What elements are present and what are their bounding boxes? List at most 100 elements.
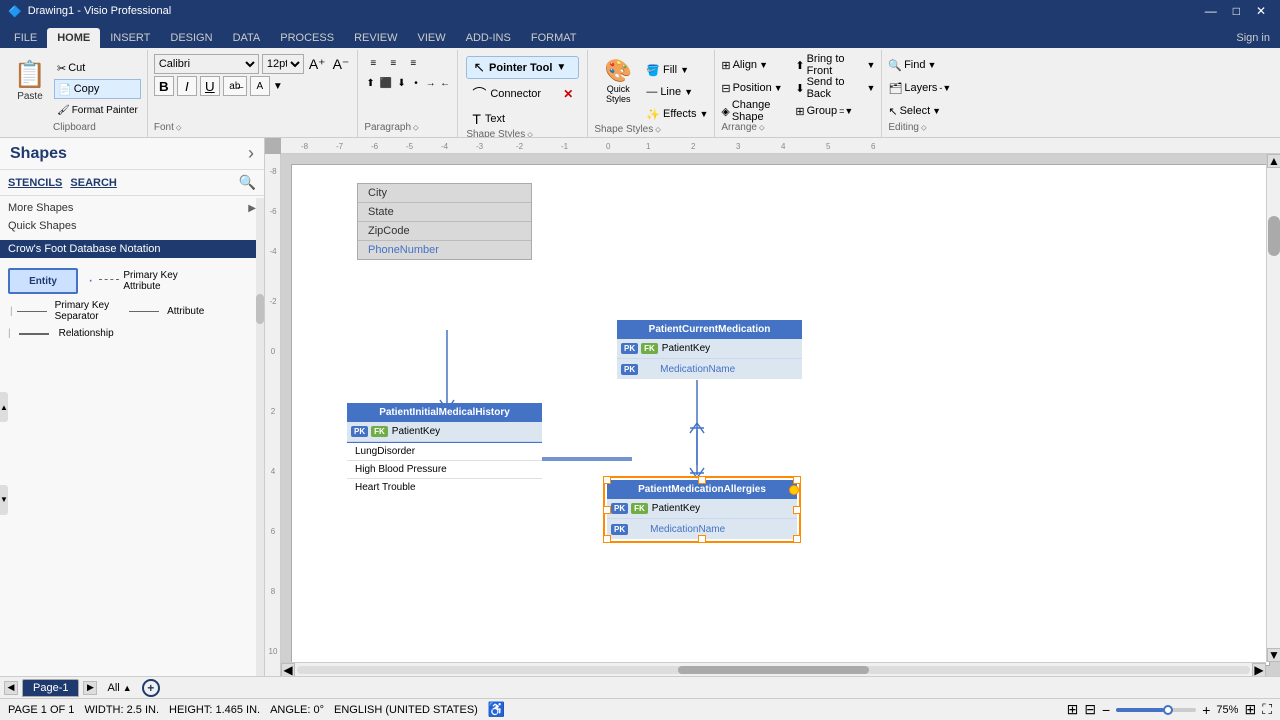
add-page-btn[interactable]: + — [142, 679, 160, 697]
status-zoom-out-icon[interactable]: − — [1102, 702, 1110, 718]
search-icon[interactable]: 🔍 — [239, 174, 256, 191]
send-to-back-btn[interactable]: ⬇Send to Back▼ — [795, 77, 875, 99]
page-all-btn[interactable]: All ▲ — [101, 680, 137, 696]
canvas-vscroll[interactable]: ▲ ▼ — [1266, 154, 1280, 662]
zoom-thumb[interactable] — [1163, 705, 1173, 715]
find-btn[interactable]: 🔍Find▼ — [888, 54, 976, 76]
align-right-btn[interactable]: ≡ — [404, 54, 422, 72]
entity-patient-allergies[interactable]: PatientMedicationAllergies PK FK Patient… — [607, 480, 797, 539]
text-tool-btn[interactable]: T Text — [466, 109, 579, 129]
sidebar-scroll-left-btn[interactable]: ▲ — [0, 392, 8, 422]
sidebar-collapse-btn[interactable]: › — [248, 143, 254, 164]
selection-handle-tl[interactable] — [603, 476, 611, 484]
vscroll-down-btn[interactable]: ▼ — [1267, 648, 1280, 662]
indent-btn[interactable]: → — [424, 74, 437, 92]
zoom-slider[interactable] — [1116, 708, 1196, 712]
maximize-btn[interactable]: □ — [1227, 4, 1246, 18]
sign-in-btn[interactable]: Sign in — [1226, 28, 1280, 48]
hscroll-thumb[interactable] — [678, 666, 869, 674]
status-zoom-in-icon[interactable]: + — [1202, 702, 1210, 718]
bullet-btn[interactable]: • — [410, 74, 423, 92]
font-color-dropdown[interactable]: ▼ — [273, 81, 283, 92]
strikethrough-btn[interactable]: ab̶ — [223, 76, 247, 96]
hscroll-left-btn[interactable]: ◀ — [281, 663, 295, 677]
copy-btn[interactable]: 📄Copy — [54, 79, 141, 99]
page-tab-1[interactable]: Page-1 — [22, 679, 79, 697]
stencil-entity-shape[interactable]: Entity — [8, 268, 78, 294]
italic-btn[interactable]: I — [177, 76, 197, 96]
line-btn[interactable]: —Line▼ — [646, 82, 708, 102]
sidebar-tab-search[interactable]: SEARCH — [70, 177, 116, 189]
font-decrease-btn[interactable]: A⁻ — [331, 56, 352, 73]
entity-patient-medication[interactable]: PatientCurrentMedication PK FK PatientKe… — [617, 320, 802, 379]
tab-insert[interactable]: INSERT — [100, 28, 160, 48]
align-center-btn[interactable]: ≡ — [384, 54, 402, 72]
pointer-tool-btn[interactable]: ↖ Pointer Tool ▼ — [466, 56, 579, 79]
tab-process[interactable]: PROCESS — [270, 28, 344, 48]
status-fit-icon[interactable]: ⊞ — [1244, 701, 1256, 718]
effects-btn[interactable]: ✨Effects▼ — [646, 104, 708, 124]
align-btn[interactable]: ⊞Align▼ — [721, 54, 791, 76]
selection-handle-ml[interactable] — [603, 506, 611, 514]
outdent-btn[interactable]: ← — [439, 74, 452, 92]
valign-top-btn[interactable]: ⬆ — [364, 74, 377, 92]
tab-view[interactable]: VIEW — [407, 28, 455, 48]
sidebar-scrollbar[interactable] — [256, 198, 264, 676]
sidebar-active-category[interactable]: Crow's Foot Database Notation — [0, 240, 264, 258]
page-next-btn[interactable]: ▶ — [83, 681, 97, 695]
bold-btn[interactable]: B — [154, 76, 174, 96]
entity-patient-history[interactable]: PatientInitialMedicalHistory PK FK Patie… — [347, 403, 542, 496]
minimize-btn[interactable]: — — [1199, 4, 1223, 18]
sidebar-quick-shapes-btn[interactable]: Quick Shapes — [8, 216, 256, 234]
tab-format[interactable]: FORMAT — [521, 28, 587, 48]
hscroll-right-btn[interactable]: ▶ — [1252, 663, 1266, 677]
quick-styles-btn[interactable]: 🎨 Quick Styles — [594, 56, 642, 106]
underline-btn[interactable]: U — [200, 76, 220, 96]
status-view2-icon[interactable]: ⊟ — [1084, 701, 1096, 718]
vscroll-thumb[interactable] — [1268, 216, 1280, 256]
sidebar-scroll-thumb[interactable] — [256, 294, 264, 324]
status-accessibility-icon[interactable]: ♿ — [488, 701, 505, 718]
status-fullscreen-icon[interactable]: ⛶ — [1262, 701, 1272, 718]
selection-handle-br[interactable] — [793, 535, 801, 543]
connector-tool-btn[interactable]: ⌒ Connector ✕ — [466, 82, 579, 106]
sidebar-tab-stencils[interactable]: STENCILS — [8, 177, 62, 189]
sidebar-scroll-left2-btn[interactable]: ▼ — [0, 485, 8, 515]
gray-entity[interactable]: City State ZipCode PhoneNumber — [357, 183, 532, 260]
tab-file[interactable]: FILE — [4, 28, 47, 48]
cut-btn[interactable]: ✂Cut — [54, 58, 141, 78]
page-prev-btn[interactable]: ◀ — [4, 681, 18, 695]
canvas-page[interactable]: City State ZipCode PhoneNumber PatientIn… — [291, 164, 1270, 666]
paste-btn[interactable]: 📋 Paste — [8, 54, 52, 106]
group-btn[interactable]: ⊞Group=▼ — [795, 100, 875, 122]
selection-handle-mr[interactable] — [793, 506, 801, 514]
close-btn[interactable]: ✕ — [1250, 4, 1272, 18]
font-increase-btn[interactable]: A⁺ — [307, 56, 328, 73]
font-color-btn[interactable]: A — [250, 76, 270, 96]
window-controls[interactable]: — □ ✕ — [1199, 4, 1272, 18]
canvas-hscroll[interactable]: ◀ ▶ — [281, 662, 1266, 676]
tab-review[interactable]: REVIEW — [344, 28, 407, 48]
vscroll-up-btn[interactable]: ▲ — [1267, 154, 1280, 168]
layers-btn[interactable]: 🗂Layers-▼ — [888, 77, 976, 99]
selection-handle-tr[interactable] — [793, 476, 801, 484]
font-size-select[interactable]: 12pt — [262, 54, 304, 74]
change-shape-btn[interactable]: ◈Change Shape — [721, 100, 791, 122]
sidebar-more-shapes-btn[interactable]: More Shapes ▶ — [8, 200, 256, 216]
align-left-btn[interactable]: ≡ — [364, 54, 382, 72]
format-painter-btn[interactable]: 🖌Format Painter — [54, 100, 141, 120]
valign-btm-btn[interactable]: ⬇ — [395, 74, 408, 92]
connector-close-btn[interactable]: ✕ — [563, 87, 573, 101]
tab-addins[interactable]: ADD-INS — [456, 28, 521, 48]
canvas-bg[interactable]: City State ZipCode PhoneNumber PatientIn… — [281, 154, 1280, 676]
status-view1-icon[interactable]: ⊞ — [1067, 701, 1079, 718]
tab-data[interactable]: DATA — [223, 28, 271, 48]
selection-handle-tm[interactable] — [698, 476, 706, 484]
pointer-tool-dropdown[interactable]: ▼ — [556, 62, 566, 73]
selection-handle-bl[interactable] — [603, 535, 611, 543]
font-name-select[interactable]: Calibri — [154, 54, 259, 74]
valign-mid-btn[interactable]: ⬛ — [379, 74, 393, 92]
bring-to-front-btn[interactable]: ⬆Bring to Front▼ — [795, 54, 875, 76]
tab-design[interactable]: DESIGN — [160, 28, 222, 48]
tab-home[interactable]: HOME — [47, 28, 100, 48]
